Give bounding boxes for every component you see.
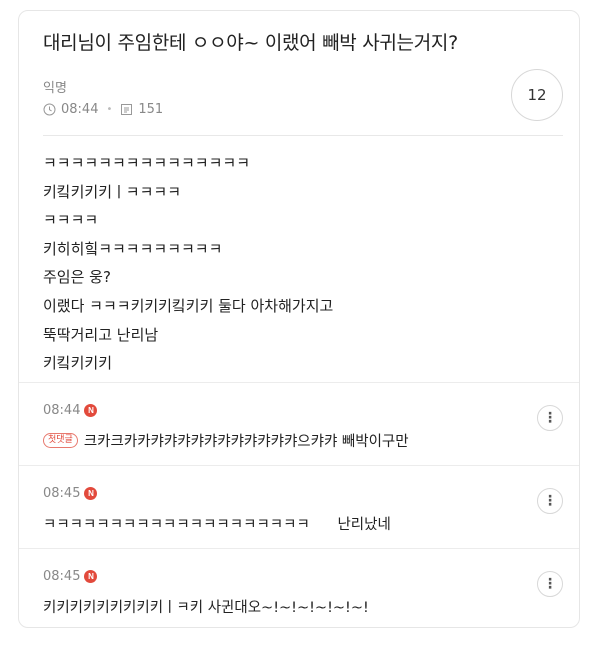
post-time: 08:44 — [61, 102, 99, 117]
document-icon — [120, 103, 133, 116]
post-header: 대리님이 주임한테 ㅇㅇ야~ 이랬어 빼박 사귀는거지? 익명 08:44 • … — [19, 11, 579, 136]
post-views: 151 — [138, 102, 164, 117]
body-line: 키히히힠ㅋㅋㅋㅋㅋㅋㅋㅋㅋ — [43, 239, 223, 258]
new-badge: N — [84, 570, 98, 583]
body-line: ㅋㅋㅋㅋ — [43, 211, 99, 230]
more-vertical-icon[interactable]: ⋮ — [537, 405, 563, 431]
first-comment-tag: 첫댓글 — [43, 433, 78, 448]
body-line: 키킼키키키 — [43, 354, 113, 373]
comment-time: 08:44 — [43, 403, 81, 418]
header-divider — [43, 135, 563, 136]
comment-text: 키키키키키키키키키ㅣㅋ키 사귄대오~!~!~!~!~!~! — [43, 600, 369, 616]
comment-meta: 08:45 N — [43, 486, 98, 501]
meta-separator: • — [106, 104, 113, 115]
body-line: 이랬다 ㅋㅋㅋ키키키킼키키 둘다 아차해가지고 — [43, 296, 334, 315]
comment-time: 08:45 — [43, 569, 81, 584]
new-badge: N — [84, 487, 98, 500]
comment-item: 08:45 N ㅋㅋㅋㅋㅋㅋㅋㅋㅋㅋㅋㅋㅋㅋㅋㅋㅋㅋㅋㅋ 난리났네 ⋮ — [19, 465, 579, 548]
post-card: 대리님이 주임한테 ㅇㅇ야~ 이랬어 빼박 사귀는거지? 익명 08:44 • … — [18, 10, 580, 628]
comment-count-button[interactable]: 12 — [511, 69, 563, 121]
post-body: ㅋㅋㅋㅋㅋㅋㅋㅋㅋㅋㅋㅋㅋㅋㅋ 키킼키키키ㅣㅋㅋㅋㅋ ㅋㅋㅋㅋ 키히히힠ㅋㅋㅋㅋ… — [43, 149, 563, 378]
comment-text-row: 첫댓글 크카크카카캬캬캬캬캬캬캬캬캬캬캬으캬캬 빼박이구만 — [43, 430, 409, 451]
comment-list: 08:44 N 첫댓글 크카크카카캬캬캬캬캬캬캬캬캬캬캬으캬캬 빼박이구만 ⋮ … — [19, 382, 579, 625]
comment-item: 08:44 N 첫댓글 크카크카카캬캬캬캬캬캬캬캬캬캬캬으캬캬 빼박이구만 ⋮ — [19, 382, 579, 465]
comment-item: 08:45 N 키키키키키키키키키ㅣㅋ키 사귄대오~!~!~!~!~!~! ⋮ — [19, 548, 579, 625]
post-author: 익명 — [43, 81, 67, 96]
comment-time: 08:45 — [43, 486, 81, 501]
comment-meta: 08:45 N — [43, 569, 98, 584]
body-line: ㅋㅋㅋㅋㅋㅋㅋㅋㅋㅋㅋㅋㅋㅋㅋ — [43, 154, 251, 172]
body-line: 뚝딱거리고 난리남 — [43, 325, 159, 344]
new-badge: N — [84, 404, 98, 417]
clock-icon — [43, 103, 56, 116]
body-line: 주임은 웅? — [43, 268, 111, 287]
comment-text: ㅋㅋㅋㅋㅋㅋㅋㅋㅋㅋㅋㅋㅋㅋㅋㅋㅋㅋㅋㅋ 난리났네 — [43, 517, 391, 533]
more-vertical-icon[interactable]: ⋮ — [537, 571, 563, 597]
more-vertical-icon[interactable]: ⋮ — [537, 488, 563, 514]
comment-meta: 08:44 N — [43, 403, 98, 418]
post-meta: 08:44 • 151 — [43, 102, 163, 117]
comment-text: 크카크카카캬캬캬캬캬캬캬캬캬캬캬으캬캬 빼박이구만 — [83, 434, 409, 450]
body-line: 키킼키키키ㅣㅋㅋㅋㅋ — [43, 182, 182, 201]
post-title: 대리님이 주임한테 ㅇㅇ야~ 이랬어 빼박 사귀는거지? — [43, 32, 458, 54]
